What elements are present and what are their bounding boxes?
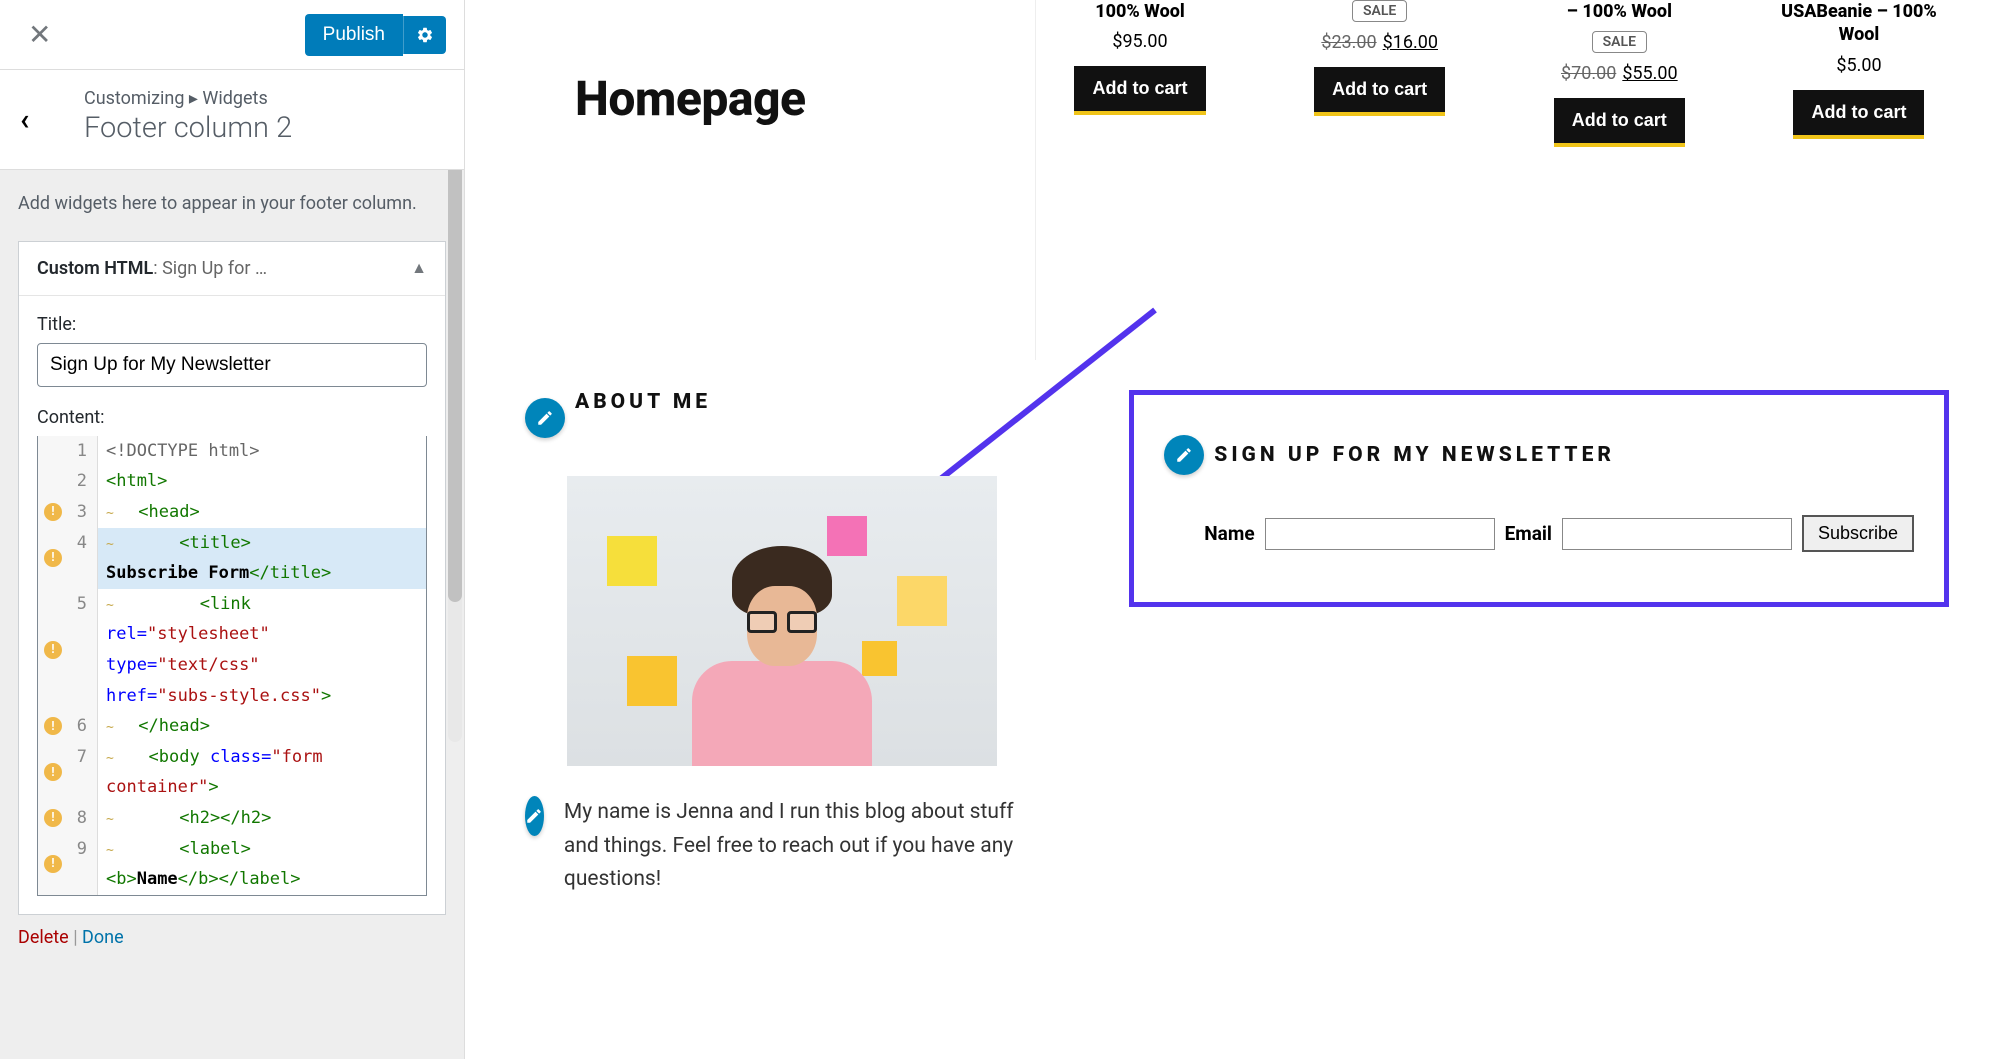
close-icon[interactable]: ✕ <box>18 12 61 57</box>
sale-badge: SALE <box>1592 31 1647 53</box>
publish-button[interactable]: Publish <box>305 14 403 56</box>
back-button-icon[interactable]: ‹ <box>20 102 29 137</box>
product-price: $95.00 <box>1040 31 1240 52</box>
widget-delete-link[interactable]: Delete <box>18 927 69 948</box>
code-editor[interactable]: 1<!DOCTYPE html>2<html>3!~ <head>4!~ <ti… <box>37 436 427 896</box>
product-price: $23.00$16.00 <box>1280 32 1480 53</box>
product-card: – 100% Wool SALE $70.00$55.00 Add to cart <box>1519 0 1719 147</box>
content-label: Content: <box>37 407 427 428</box>
newsletter-form: Name Email Subscribe <box>1164 515 1914 552</box>
product-name: 100% Wool <box>1040 0 1240 23</box>
product-card: USABeanie – 100% Wool $5.00 Add to cart <box>1759 0 1959 147</box>
edit-shortcut-icon[interactable] <box>525 796 544 836</box>
subscribe-button[interactable]: Subscribe <box>1802 515 1914 552</box>
customizer-sidebar: ✕ Publish ‹ Customizing ▸ Widgets Footer… <box>0 0 465 1059</box>
widget-title-input[interactable] <box>37 343 427 387</box>
publish-settings-gear-icon[interactable] <box>403 16 446 54</box>
product-name: USABeanie – 100% Wool <box>1759 0 1959 47</box>
product-name: – 100% Wool <box>1519 0 1719 23</box>
section-title: Footer column 2 <box>84 111 440 145</box>
title-label: Title: <box>37 314 427 335</box>
preview-pane: Homepage 100% Wool $95.00 Add to cart SALE $… <box>465 0 1999 1059</box>
help-text: Add widgets here to appear in your foote… <box>18 190 446 219</box>
sale-badge: SALE <box>1352 0 1407 22</box>
add-to-cart-button[interactable]: Add to cart <box>1314 67 1445 116</box>
about-image-placeholder <box>567 476 997 766</box>
add-to-cart-button[interactable]: Add to cart <box>1554 98 1685 147</box>
footer-col-newsletter: SIGN UP FOR MY NEWSLETTER Name Email Sub… <box>1099 390 1999 897</box>
about-heading: ABOUT ME <box>575 390 711 414</box>
product-card: 100% Wool $95.00 Add to cart <box>1040 0 1240 147</box>
footer-col-about: ABOUT ME My name is Jenna and I run this… <box>465 390 1099 897</box>
edit-shortcut-icon[interactable] <box>1164 435 1204 475</box>
email-label: Email <box>1505 522 1552 545</box>
add-to-cart-button[interactable]: Add to cart <box>1793 90 1924 139</box>
product-price: $5.00 <box>1759 55 1959 76</box>
newsletter-highlight-box: SIGN UP FOR MY NEWSLETTER Name Email Sub… <box>1129 390 1949 607</box>
widget-done-link[interactable]: Done <box>82 927 124 948</box>
widget-custom-html: Custom HTML: Sign Up for … ▲ Title: Cont… <box>18 241 446 915</box>
page-title: Homepage <box>575 70 806 127</box>
about-text: My name is Jenna and I run this blog abo… <box>564 796 1039 897</box>
name-input[interactable] <box>1265 518 1495 550</box>
caret-up-icon: ▲ <box>411 258 427 278</box>
add-to-cart-button[interactable]: Add to cart <box>1074 66 1205 115</box>
widget-header[interactable]: Custom HTML: Sign Up for … ▲ <box>19 242 445 296</box>
name-label: Name <box>1204 522 1254 545</box>
newsletter-heading: SIGN UP FOR MY NEWSLETTER <box>1214 443 1615 467</box>
edit-shortcut-icon[interactable] <box>525 398 565 438</box>
product-card: SALE $23.00$16.00 Add to cart <box>1280 0 1480 147</box>
sidebar-scrollbar[interactable] <box>448 82 462 742</box>
product-price: $70.00$55.00 <box>1519 63 1719 84</box>
email-input[interactable] <box>1562 518 1792 550</box>
breadcrumb: Customizing ▸ Widgets <box>84 88 440 109</box>
